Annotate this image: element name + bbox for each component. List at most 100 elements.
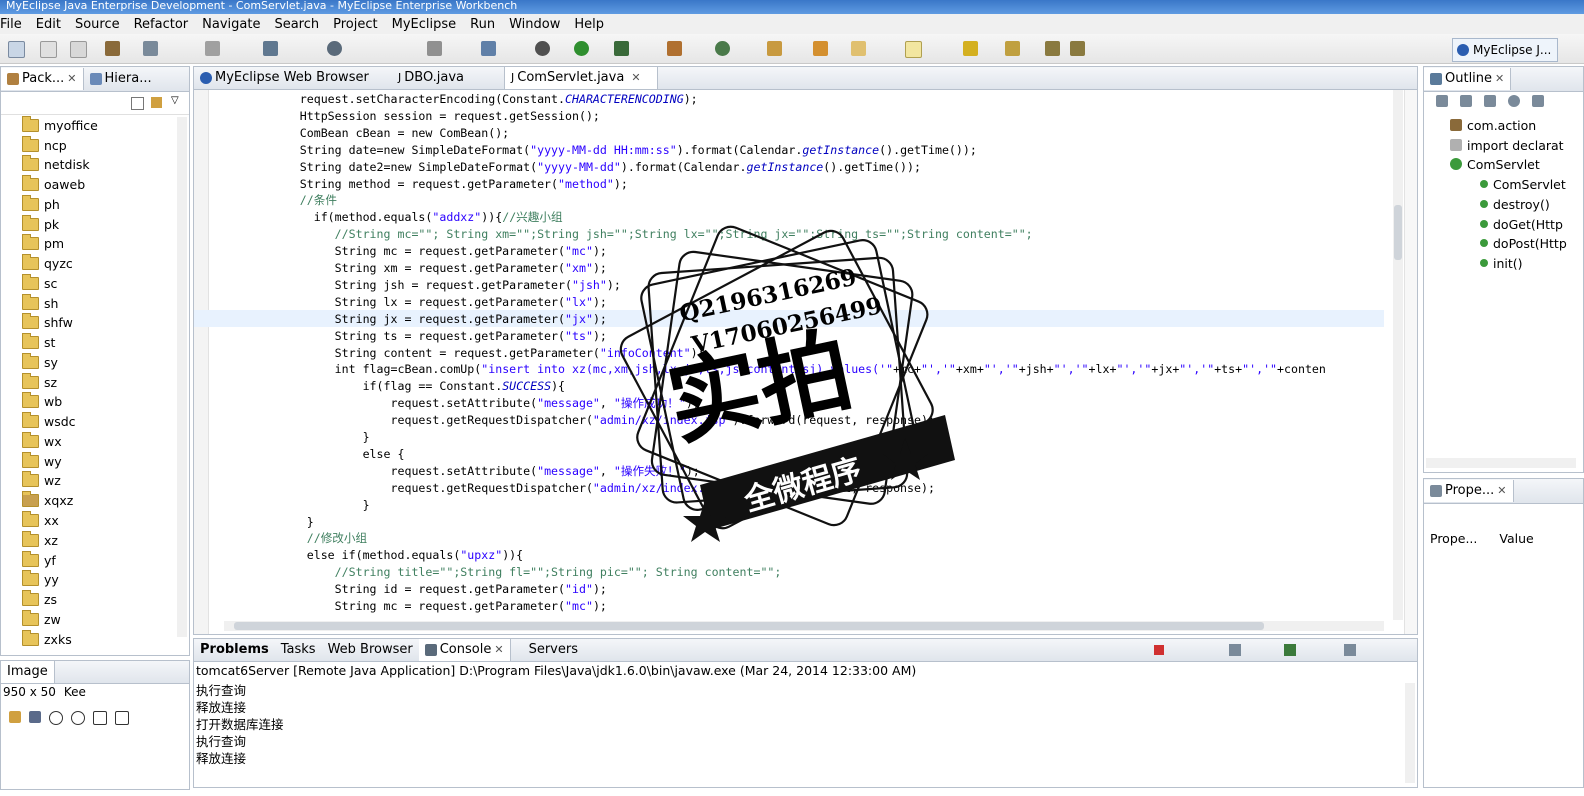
close-icon[interactable]: ✕ xyxy=(67,68,76,90)
tree-item[interactable]: sz xyxy=(22,372,57,392)
tree-item[interactable]: qyzc xyxy=(22,253,73,273)
menu-run[interactable]: Run xyxy=(463,17,502,32)
deploy-icon[interactable] xyxy=(263,41,278,56)
tree-item-project[interactable]: xqxz xyxy=(22,490,73,510)
explorer-scrollbar[interactable] xyxy=(177,117,187,637)
menu-window[interactable]: Window xyxy=(502,17,567,32)
h-scroll-thumb[interactable] xyxy=(234,622,1264,630)
package-icon[interactable] xyxy=(105,41,120,56)
pin-console-icon[interactable] xyxy=(1284,644,1296,656)
search-icon[interactable] xyxy=(851,41,866,56)
menu-refactor[interactable]: Refactor xyxy=(127,17,196,32)
debug-icon[interactable] xyxy=(535,41,550,56)
new-icon[interactable] xyxy=(8,41,25,58)
fit-icon[interactable] xyxy=(29,711,41,723)
menu-edit[interactable]: Edit xyxy=(29,17,68,32)
menu-source[interactable]: Source xyxy=(68,17,127,32)
hide-static-icon[interactable] xyxy=(1484,95,1496,107)
tree-item[interactable]: myoffice xyxy=(22,115,98,135)
print-icon[interactable] xyxy=(70,41,87,58)
outline-item-dopost[interactable]: doPost(Http xyxy=(1480,233,1567,253)
tree-item[interactable]: sc xyxy=(22,273,57,293)
tree-item[interactable]: pm xyxy=(22,233,64,253)
tab-servers[interactable]: Servers xyxy=(523,639,584,661)
tree-item[interactable]: zxks xyxy=(22,629,72,649)
tab-outline[interactable]: Outline ✕ xyxy=(1424,68,1512,90)
tree-item[interactable]: sy xyxy=(22,352,58,372)
tree-item[interactable]: shfw xyxy=(22,312,73,332)
next-annotation-icon[interactable] xyxy=(1005,41,1020,56)
tab-properties[interactable]: Prope... ✕ xyxy=(1424,480,1514,502)
window-icon[interactable] xyxy=(481,41,496,56)
hide-fields-icon[interactable] xyxy=(1460,95,1472,107)
open-console-icon[interactable] xyxy=(1344,644,1356,656)
tree-item[interactable]: wz xyxy=(22,470,61,490)
image-icon[interactable] xyxy=(9,711,21,723)
refresh-icon[interactable] xyxy=(715,41,730,56)
browser-icon[interactable] xyxy=(427,41,442,56)
console-scrollbar[interactable] xyxy=(1405,683,1415,783)
outline-item-class[interactable]: ComServlet xyxy=(1450,154,1540,174)
tree-item[interactable]: st xyxy=(22,332,55,352)
scroll-thumb[interactable] xyxy=(1394,205,1402,260)
open-folder-icon[interactable] xyxy=(813,41,828,56)
view-menu-icon[interactable]: ▽ xyxy=(171,95,179,106)
menu-project[interactable]: Project xyxy=(326,17,384,32)
run-icon[interactable] xyxy=(574,41,589,56)
hide-nonpublic-icon[interactable] xyxy=(1508,95,1520,107)
tree-item[interactable]: wsdc xyxy=(22,411,76,431)
tree-item[interactable]: xz xyxy=(22,530,58,550)
annotation-icon[interactable] xyxy=(963,41,978,56)
save-icon[interactable] xyxy=(40,41,57,58)
tree-item[interactable]: wy xyxy=(22,451,62,471)
zoom-out-icon[interactable] xyxy=(49,711,63,725)
back-icon[interactable] xyxy=(1045,41,1060,56)
tab-dbo-java[interactable]: J DBO.java xyxy=(392,67,504,89)
tree-item[interactable]: netdisk xyxy=(22,154,90,174)
menu-help[interactable]: Help xyxy=(567,17,611,32)
close-icon[interactable]: ✕ xyxy=(494,639,503,661)
outline-scrollbar[interactable] xyxy=(1426,458,1576,468)
tree-item[interactable]: wx xyxy=(22,431,62,451)
new-class-icon[interactable] xyxy=(667,41,682,56)
menu-file[interactable]: File xyxy=(0,17,29,32)
tab-web-browser-view[interactable]: Web Browser xyxy=(322,639,419,661)
outline-item-imports[interactable]: import declarat xyxy=(1450,135,1564,155)
open-type-icon[interactable] xyxy=(767,41,782,56)
collapse-all-icon[interactable] xyxy=(131,97,144,110)
clear-console-icon[interactable] xyxy=(1229,644,1241,656)
tree-item[interactable]: oaweb xyxy=(22,174,85,194)
zoom-in-icon[interactable] xyxy=(71,711,85,725)
link-editor-icon[interactable] xyxy=(151,97,162,108)
perspective-switcher[interactable]: MyEclipse J... xyxy=(1452,38,1558,62)
gear-icon[interactable] xyxy=(143,41,158,56)
outline-item-init[interactable]: init() xyxy=(1480,253,1523,273)
editor-horizontal-scrollbar[interactable] xyxy=(224,621,1384,631)
forward-icon[interactable] xyxy=(1070,41,1085,56)
tree-item[interactable]: zs xyxy=(22,589,57,609)
hide-local-types-icon[interactable] xyxy=(1532,95,1544,107)
tab-image[interactable]: Image xyxy=(1,661,55,683)
terminate-icon[interactable] xyxy=(1154,645,1164,655)
code-editor[interactable]: request.setCharacterEncoding(Constant.CH… xyxy=(193,90,1418,635)
outline-item-constructor[interactable]: ComServlet xyxy=(1480,174,1566,194)
close-icon[interactable]: ✕ xyxy=(1497,480,1506,502)
sort-icon[interactable] xyxy=(1436,95,1448,107)
editor-vertical-scrollbar[interactable] xyxy=(1393,90,1403,620)
rotate-icon[interactable] xyxy=(115,711,129,725)
tree-item[interactable]: ph xyxy=(22,194,60,214)
tree-item[interactable]: yy xyxy=(22,569,59,589)
actual-size-icon[interactable] xyxy=(93,711,107,725)
tab-hierarchy[interactable]: Hiera... xyxy=(84,68,158,90)
menu-navigate[interactable]: Navigate xyxy=(195,17,267,32)
tree-item[interactable]: zw xyxy=(22,609,61,629)
tree-item[interactable]: ncp xyxy=(22,135,67,155)
tab-web-browser[interactable]: MyEclipse Web Browser xyxy=(194,67,392,89)
close-icon[interactable]: ✕ xyxy=(631,67,640,89)
tab-comservlet-java[interactable]: J ComServlet.java ✕ xyxy=(504,67,658,89)
toggle-mark-icon[interactable] xyxy=(905,41,922,58)
tab-problems[interactable]: Problems xyxy=(194,639,275,661)
tree-item[interactable]: yf xyxy=(22,550,56,570)
tree-item[interactable]: wb xyxy=(22,391,62,411)
external-tools-icon[interactable] xyxy=(614,41,629,56)
